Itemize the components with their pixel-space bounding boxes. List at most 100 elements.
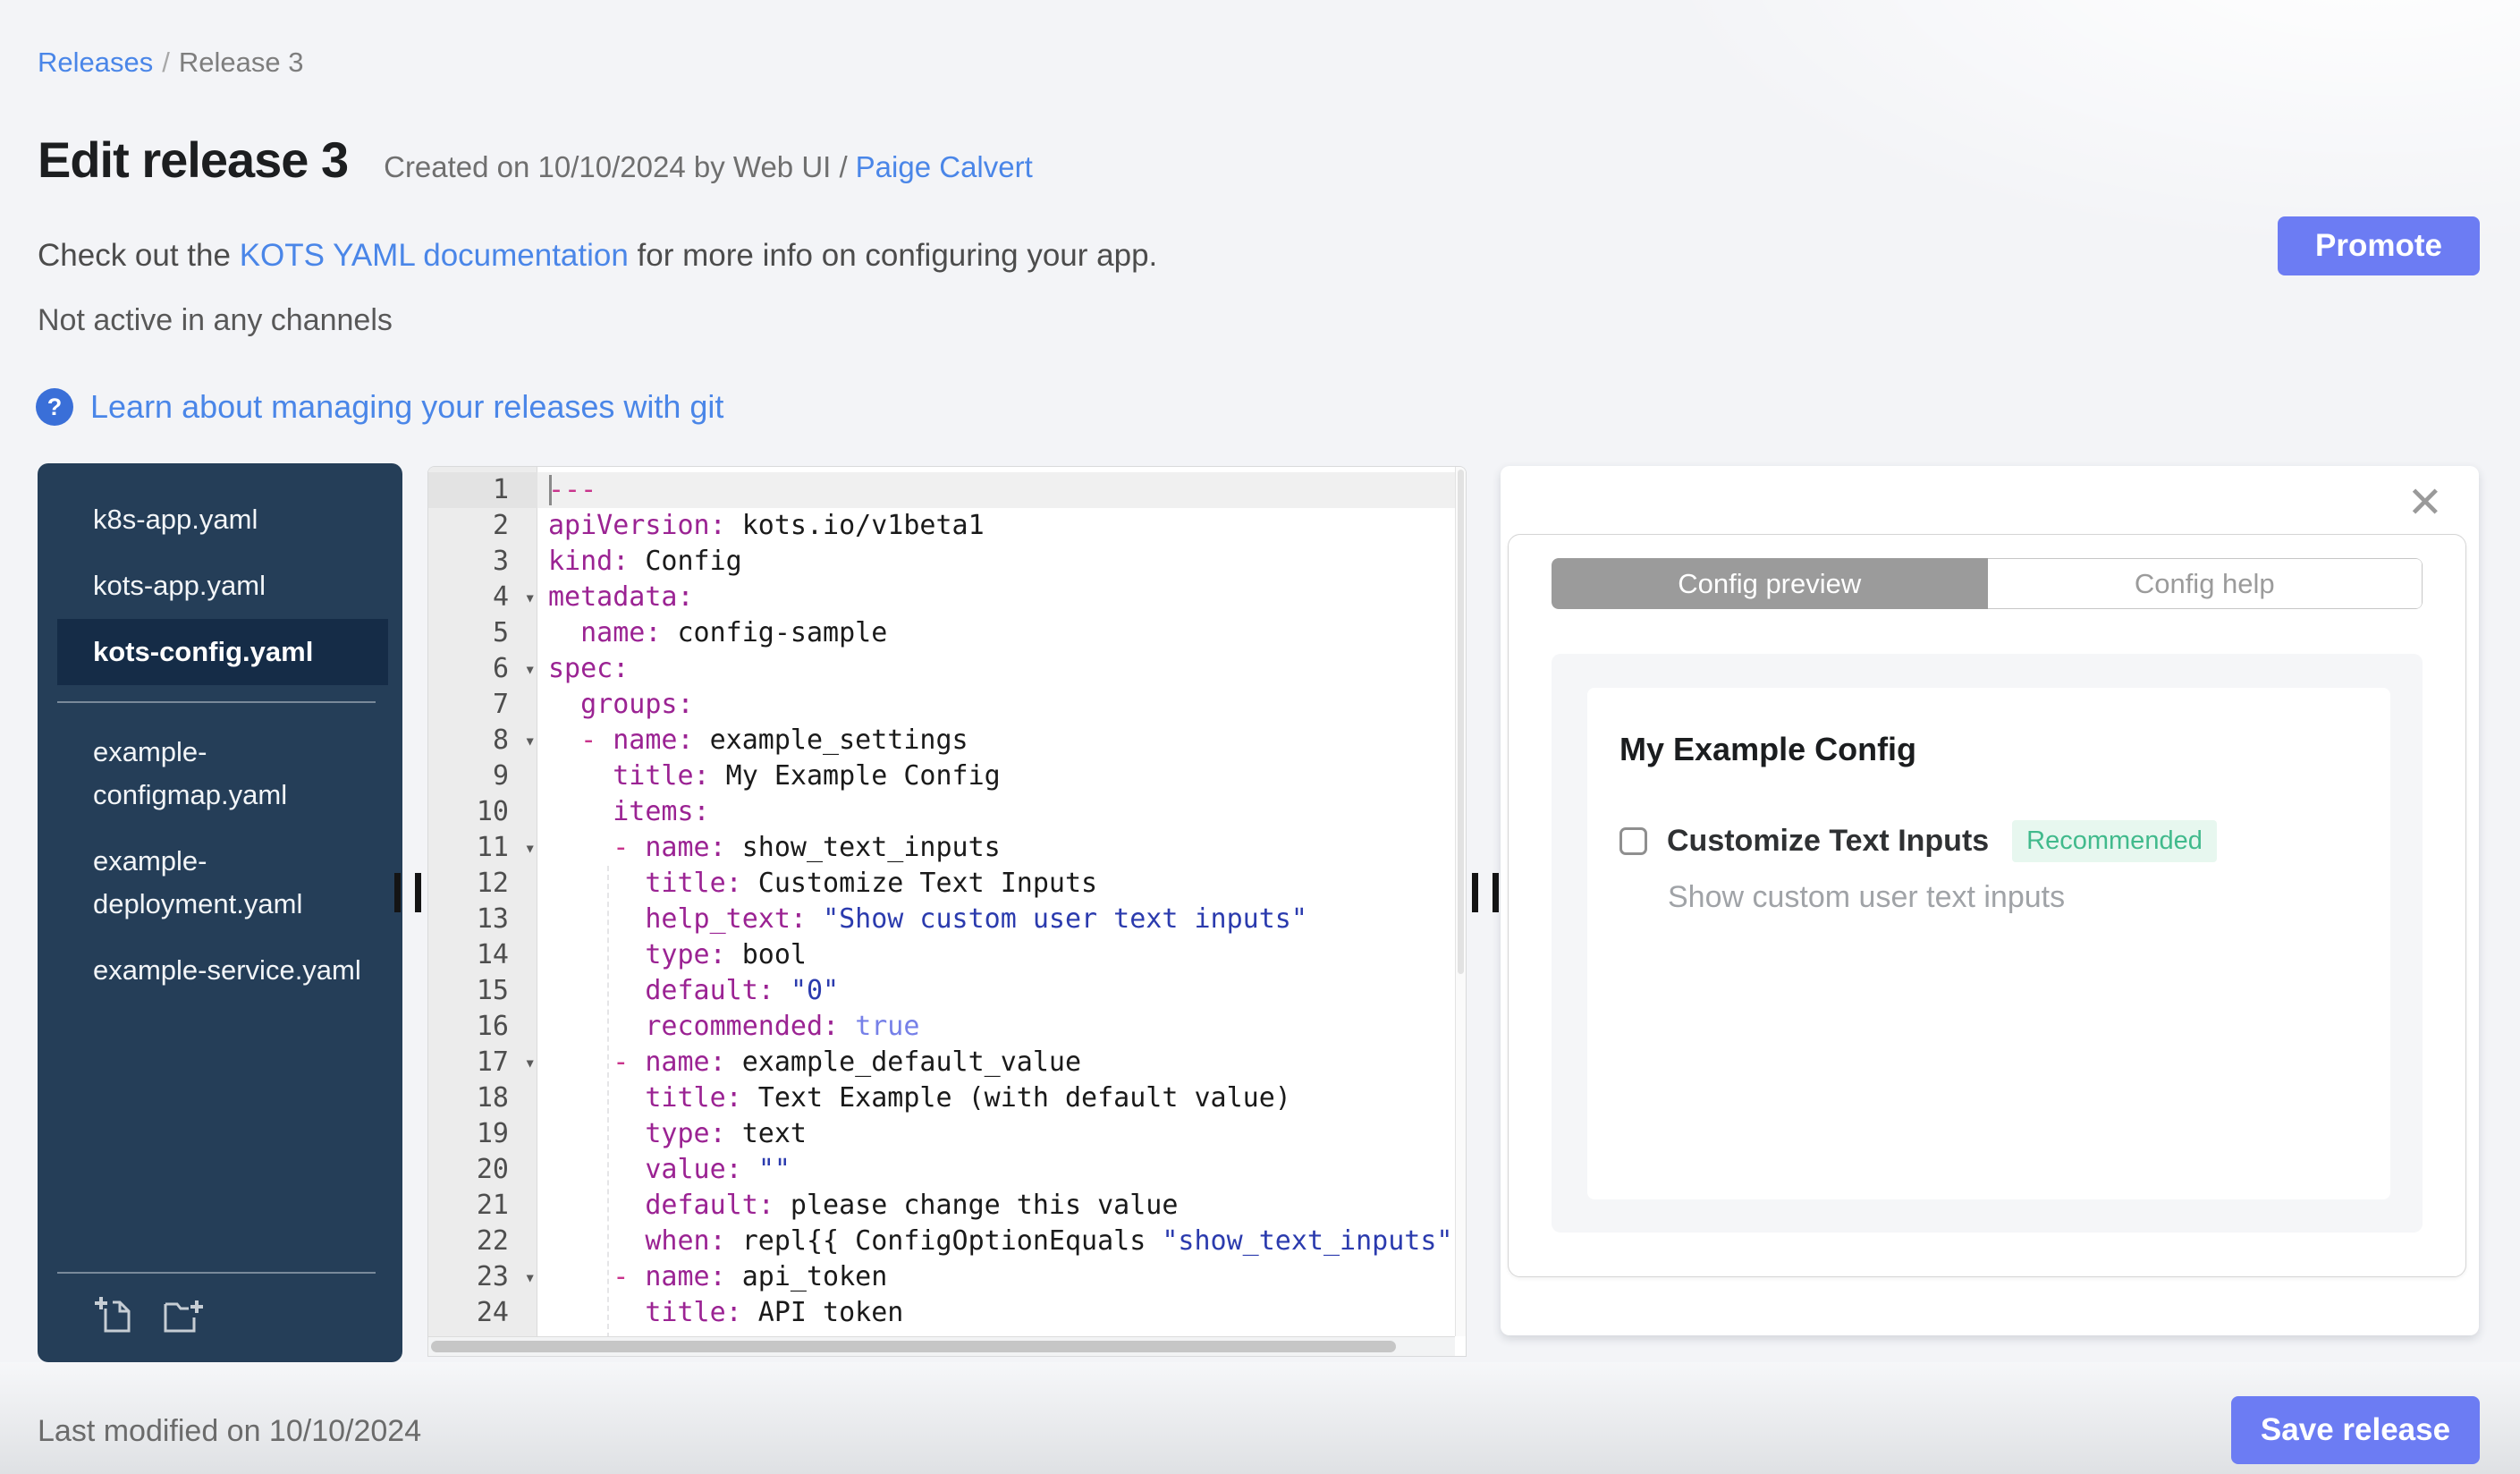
code-text[interactable]: title: My Example Config	[537, 758, 1466, 794]
code-text[interactable]: type: bool	[537, 937, 1466, 973]
code-line-24[interactable]: 24 title: API token	[428, 1295, 1466, 1331]
file-item-example-deployment.yaml[interactable]: example-deployment.yaml	[57, 828, 388, 937]
code-line-5[interactable]: 5 name: config-sample	[428, 615, 1466, 651]
git-help-link[interactable]: Learn about managing your releases with …	[90, 388, 723, 426]
file-sidebar: k8s-app.yaml kots-app.yaml kots-config.yam…	[38, 463, 402, 1362]
code-line-4[interactable]: 4 ▾ metadata:	[428, 580, 1466, 615]
code-line-8[interactable]: 8 ▾ - name: example_settings	[428, 723, 1466, 758]
code-text[interactable]: metadata:	[537, 580, 1466, 615]
code-line-7[interactable]: 7 groups:	[428, 687, 1466, 723]
editor-caret	[549, 475, 552, 505]
config-item-label: Customize Text Inputs	[1667, 824, 1990, 858]
code-text[interactable]: items:	[537, 794, 1466, 830]
sidebar-footer-divider	[57, 1272, 376, 1274]
kots-docs-link[interactable]: KOTS YAML documentation	[240, 238, 629, 273]
config-item-help: Show custom user text inputs	[1668, 880, 2066, 914]
author-link[interactable]: Paige Calvert	[856, 150, 1033, 183]
preview-tabs: Config preview Config help	[1552, 558, 2423, 609]
code-text[interactable]: - name: example_settings	[537, 723, 1466, 758]
hscroll-thumb[interactable]	[431, 1341, 1397, 1352]
code-line-1[interactable]: 1 ---	[428, 472, 1466, 508]
fold-arrow-icon[interactable]: ▾	[524, 723, 536, 758]
fold-arrow-icon[interactable]: ▾	[524, 830, 536, 866]
code-line-16[interactable]: 16 recommended: true	[428, 1009, 1466, 1045]
code-line-3[interactable]: 3 kind: Config	[428, 544, 1466, 580]
line-number: 22	[476, 1225, 509, 1257]
line-number: 19	[476, 1118, 509, 1149]
file-item-k8s-app.yaml[interactable]: k8s-app.yaml	[57, 487, 388, 553]
line-number: 20	[476, 1154, 509, 1185]
file-item-example-service.yaml[interactable]: example-service.yaml	[57, 937, 388, 1004]
file-item-example-configmap.yaml[interactable]: example-configmap.yaml	[57, 719, 388, 828]
tab-config-help[interactable]: Config help	[1987, 558, 2423, 609]
code-line-14[interactable]: 14 type: bool	[428, 937, 1466, 973]
file-item-kots-app.yaml[interactable]: kots-app.yaml	[57, 553, 388, 619]
code-text[interactable]: title: Text Example (with default value)	[537, 1080, 1466, 1116]
fold-arrow-icon[interactable]: ▾	[524, 1045, 536, 1080]
vscroll-thumb[interactable]	[1458, 470, 1464, 974]
line-number: 10	[476, 796, 509, 827]
close-icon[interactable]: ✕	[2407, 482, 2443, 525]
config-preview-area: My Example Config Customize Text Inputs …	[1552, 654, 2423, 1233]
code-text[interactable]: default: please change this value	[537, 1188, 1466, 1224]
code-text[interactable]: when: repl{{ ConfigOptionEquals "show_te…	[537, 1224, 1466, 1259]
code-text[interactable]: spec:	[537, 651, 1466, 687]
add-folder-icon[interactable]	[162, 1293, 204, 1335]
code-text[interactable]: apiVersion: kots.io/v1beta1	[537, 508, 1466, 544]
docs-line-suffix: for more info on configuring your app.	[628, 238, 1158, 273]
promote-button[interactable]: Promote	[2278, 216, 2480, 275]
code-line-11[interactable]: 11 ▾ - name: show_text_inputs	[428, 830, 1466, 866]
code-line-10[interactable]: 10 items:	[428, 794, 1466, 830]
editor-hscrollbar[interactable]	[428, 1336, 1455, 1356]
preview-resize-handle[interactable]	[1472, 873, 1499, 912]
code-line-17[interactable]: 17 ▾ - name: example_default_value	[428, 1045, 1466, 1080]
code-line-22[interactable]: 22 when: repl{{ ConfigOptionEquals "show…	[428, 1224, 1466, 1259]
code-text[interactable]: title: API token	[537, 1295, 1466, 1331]
yaml-editor[interactable]: 1 --- 2 apiVersion: kots.io/v1beta1 3 kind: C…	[427, 466, 1467, 1357]
line-number: 15	[476, 975, 509, 1006]
code-line-18[interactable]: 18 title: Text Example (with default val…	[428, 1080, 1466, 1116]
code-line-6[interactable]: 6 ▾ spec:	[428, 651, 1466, 687]
code-text[interactable]: - name: show_text_inputs	[537, 830, 1466, 866]
code-line-23[interactable]: 23 ▾ - name: api_token	[428, 1259, 1466, 1295]
code-text[interactable]: type: text	[537, 1116, 1466, 1152]
code-line-9[interactable]: 9 title: My Example Config	[428, 758, 1466, 794]
line-number: 4	[492, 581, 509, 613]
code-line-12[interactable]: 12 title: Customize Text Inputs	[428, 866, 1466, 902]
code-line-15[interactable]: 15 default: "0"	[428, 973, 1466, 1009]
code-line-19[interactable]: 19 type: text	[428, 1116, 1466, 1152]
fold-arrow-icon[interactable]: ▾	[524, 1259, 536, 1295]
save-release-button[interactable]: Save release	[2231, 1396, 2480, 1464]
add-file-icon[interactable]	[93, 1293, 135, 1335]
sidebar-resize-handle[interactable]	[394, 873, 421, 912]
code-text[interactable]: value: ""	[537, 1152, 1466, 1188]
resize-bar-icon	[415, 873, 421, 912]
tab-config-preview[interactable]: Config preview	[1552, 558, 1988, 609]
line-number: 5	[492, 617, 509, 648]
code-text[interactable]: recommended: true	[537, 1009, 1466, 1045]
code-text[interactable]: help_text: "Show custom user text inputs…	[537, 902, 1466, 937]
code-line-13[interactable]: 13 help_text: "Show custom user text inp…	[428, 902, 1466, 937]
code-text[interactable]: kind: Config	[537, 544, 1466, 580]
code-text[interactable]: groups:	[537, 687, 1466, 723]
breadcrumb-separator: /	[162, 47, 170, 78]
config-checkbox[interactable]	[1619, 827, 1647, 855]
line-number: 7	[492, 689, 509, 720]
code-text[interactable]: name: config-sample	[537, 615, 1466, 651]
code-text[interactable]: default: "0"	[537, 973, 1466, 1009]
fold-arrow-icon[interactable]: ▾	[524, 580, 536, 615]
created-info: Created on 10/10/2024 by Web UI / Paige C…	[384, 150, 1033, 184]
code-text[interactable]: ---	[537, 472, 1466, 508]
code-line-20[interactable]: 20 value: ""	[428, 1152, 1466, 1188]
code-line-21[interactable]: 21 default: please change this value	[428, 1188, 1466, 1224]
code-text[interactable]: - name: example_default_value	[537, 1045, 1466, 1080]
code-line-2[interactable]: 2 apiVersion: kots.io/v1beta1	[428, 508, 1466, 544]
breadcrumb-releases-link[interactable]: Releases	[38, 47, 153, 78]
code-text[interactable]: title: Customize Text Inputs	[537, 866, 1466, 902]
code-text[interactable]: - name: api_token	[537, 1259, 1466, 1295]
file-list-top: k8s-app.yaml kots-app.yaml kots-config.yam…	[38, 463, 402, 685]
editor-vscrollbar[interactable]	[1455, 467, 1466, 1336]
fold-arrow-icon[interactable]: ▾	[524, 651, 536, 687]
file-item-kots-config.yaml[interactable]: kots-config.yaml	[57, 619, 388, 685]
sidebar-divider	[57, 701, 376, 703]
